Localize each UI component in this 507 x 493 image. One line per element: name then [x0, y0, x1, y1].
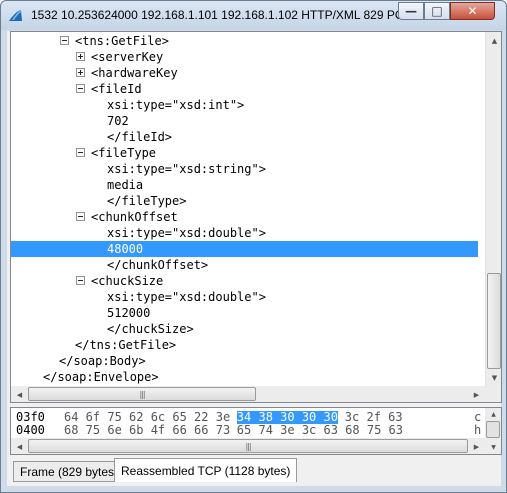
tree-row-text: 512000 — [107, 306, 151, 320]
scroll-up-arrow-icon[interactable]: ▲ — [486, 32, 501, 49]
tree-row-text: <chuckSize — [91, 274, 164, 288]
tree-row-text: </fileId> — [107, 130, 173, 144]
expand-plus-icon[interactable] — [76, 68, 85, 77]
tree-row-text: </chunkOffset> — [107, 258, 209, 272]
collapse-minus-icon[interactable] — [60, 36, 69, 45]
client-area: <tns:GetFile> <serverKey <hardwareKey <file… — [7, 31, 502, 486]
tree-row-text: 48000 — [107, 242, 144, 256]
tree-vertical-scroll-thumb[interactable] — [487, 273, 501, 369]
close-button[interactable]: ✕ — [450, 2, 495, 20]
scroll-left-arrow-icon[interactable]: ◀ — [11, 386, 28, 402]
hex-ascii: h — [474, 423, 482, 437]
hex-horizontal-scrollbar[interactable]: ◀ ||| ▶ — [11, 438, 485, 454]
tree-row-text: <fileId — [91, 82, 142, 96]
collapse-minus-icon[interactable] — [76, 212, 85, 221]
tree-row[interactable]: 48000 — [11, 241, 478, 257]
tree-row-text: xsi:type="xsd:double"> — [107, 226, 266, 240]
tree-row-text: xsi:type="xsd:double"> — [107, 290, 266, 304]
scroll-down-arrow-icon[interactable]: ▼ — [486, 369, 501, 386]
scroll-up-arrow-icon[interactable]: ▲ — [485, 408, 501, 421]
tree-row-text: <chunkOffset — [91, 210, 178, 224]
hex-bytes: 68 75 6e 6b 4f 66 66 73 — [64, 423, 231, 437]
minimize-button[interactable]: — — [398, 2, 424, 20]
tree-row-text: </soap:Envelope> — [43, 370, 159, 384]
expand-plus-icon[interactable] — [76, 52, 85, 61]
tree-row-text: 702 — [107, 114, 129, 128]
packet-bytes-pane[interactable]: 03f0 64 6f 75 62 6c 65 22 3e 34 38 30 30 3… — [10, 407, 502, 455]
hex-vertical-scrollbar[interactable]: ▲ ▼ — [485, 408, 501, 454]
maximize-icon: □ — [431, 4, 443, 18]
tree-horizontal-scroll-thumb[interactable]: ||| — [28, 387, 256, 401]
scroll-grip-icon: ||| — [139, 389, 145, 399]
minimize-icon: — — [405, 4, 417, 18]
tree-row-text: <serverKey — [91, 50, 164, 64]
data-source-tabs: Frame (829 bytes) Reassembled TCP (1128 … — [10, 456, 502, 486]
packet-details-tree[interactable]: <tns:GetFile> <serverKey <hardwareKey <file… — [10, 31, 502, 403]
hex-vertical-scroll-thumb[interactable] — [486, 421, 500, 438]
collapse-minus-icon[interactable] — [76, 148, 85, 157]
maximize-button[interactable]: □ — [424, 2, 450, 20]
tree-row-text: </fileType> — [107, 194, 187, 208]
tree-row-text: </chuckSize> — [107, 322, 194, 336]
scroll-down-arrow-icon[interactable]: ▼ — [485, 441, 501, 454]
hex-offset: 0400 — [16, 423, 45, 437]
scroll-right-arrow-icon[interactable]: ▶ — [468, 438, 485, 454]
wireshark-fin-icon — [9, 10, 22, 21]
collapse-minus-icon[interactable] — [76, 276, 85, 285]
tree-horizontal-scrollbar[interactable]: ◀ ||| ▶ — [11, 386, 485, 402]
tree-row-text: </tns:GetFile> — [75, 338, 177, 352]
hex-horizontal-scroll-thumb[interactable]: ||| — [28, 439, 468, 453]
title-bar[interactable]: 1532 10.253624000 192.168.1.101 192.168.… — [1, 1, 506, 30]
scroll-left-arrow-icon[interactable]: ◀ — [11, 438, 28, 454]
tree-row-text: xsi:type="xsd:string"> — [107, 162, 266, 176]
window-title: 1532 10.253624000 192.168.1.101 192.168.… — [31, 8, 415, 22]
tree-row-text: <tns:GetFile> — [75, 34, 169, 48]
hex-bytes-after: 65 74 3e 3c 63 68 75 63 — [236, 423, 403, 437]
tree-row-text: xsi:type="xsd:int"> — [107, 98, 245, 112]
tab-frame[interactable]: Frame (829 bytes) — [13, 461, 126, 482]
scrollbar-corner — [485, 386, 501, 402]
collapse-minus-icon[interactable] — [76, 84, 85, 93]
scroll-grip-icon: ||| — [245, 441, 251, 451]
packet-detail-window: 1532 10.253624000 192.168.1.101 192.168.… — [0, 0, 507, 493]
scroll-right-arrow-icon[interactable]: ▶ — [468, 386, 485, 402]
tree-row-text: media — [107, 178, 144, 192]
tree-row-text: <hardwareKey — [91, 66, 178, 80]
tab-reassembled-tcp[interactable]: Reassembled TCP (1128 bytes) — [114, 458, 298, 482]
close-icon: ✕ — [467, 4, 478, 18]
tree-vertical-scrollbar[interactable]: ▲ ▼ — [485, 32, 501, 386]
tree-row-text: </soap:Body> — [59, 354, 146, 368]
tree-row-text: <fileType — [91, 146, 157, 160]
